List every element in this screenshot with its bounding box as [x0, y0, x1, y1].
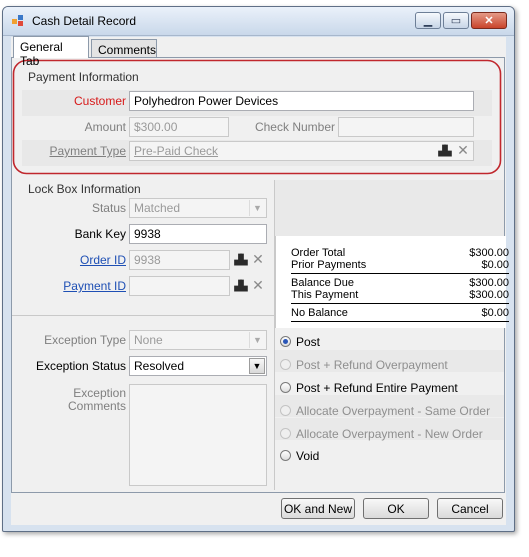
payment-info-title: Payment Information	[28, 70, 139, 84]
payment-id-link[interactable]: Payment ID	[32, 279, 126, 293]
action-void-label: Void	[296, 449, 320, 463]
exception-comments-label: Exception Comments	[67, 386, 126, 413]
tab-comments[interactable]: Comments	[91, 39, 157, 58]
minimize-icon: ▁	[423, 15, 433, 27]
payment-id-field[interactable]	[129, 276, 230, 296]
exception-status-label: Exception Status	[35, 359, 126, 373]
this-payment-value: $300.00	[469, 289, 509, 301]
middle-horizontal-divider	[12, 315, 274, 316]
lockbox-title: Lock Box Information	[28, 182, 141, 196]
exception-type-value: None	[134, 333, 163, 347]
amount-label: Amount	[84, 120, 126, 134]
tab-general[interactable]: General Tab	[13, 36, 89, 68]
prior-payments-label: Prior Payments	[291, 259, 367, 271]
payment-info-group: Payment Information Customer Polyhedron …	[12, 58, 504, 176]
customer-label: Customer	[73, 94, 126, 108]
summary-divider-1	[291, 273, 509, 274]
prior-payments-value: $0.00	[481, 259, 509, 271]
this-payment-row: This Payment $300.00	[291, 289, 509, 301]
summary-divider-2	[291, 303, 509, 304]
action-post-label: Post	[296, 335, 321, 349]
cancel-button[interactable]: Cancel	[437, 498, 503, 519]
order-total-row: Order Total $300.00	[291, 247, 509, 259]
amount-value: $300.00	[134, 120, 178, 134]
status-value: Matched	[134, 201, 181, 215]
payment-id-find-icon[interactable]: ▟▙	[232, 278, 248, 294]
customer-field[interactable]: Polyhedron Power Devices	[129, 91, 474, 111]
payment-type-find-icon[interactable]: ▟▙	[436, 143, 452, 159]
exception-status-combo[interactable]: Resolved ▼	[129, 356, 267, 376]
status-label: Status	[91, 201, 126, 215]
radio-dot	[280, 382, 291, 393]
order-total-value: $300.00	[469, 247, 509, 259]
exception-comments-field[interactable]	[129, 384, 267, 486]
bank-key-value: 9938	[134, 227, 161, 241]
bank-key-label: Bank Key	[74, 227, 126, 241]
action-post-refund-overpayment-label: Post + Refund Overpayment	[296, 358, 448, 372]
action-allocate-same-order-label: Allocate Overpayment - Same Order	[296, 404, 491, 418]
radio-dot	[280, 428, 291, 439]
title-bar[interactable]: Cash Detail Record ▁ ▭ ✕	[3, 7, 514, 36]
order-id-link[interactable]: Order ID	[32, 253, 126, 267]
no-balance-value: $0.00	[481, 307, 509, 319]
tab-comments-label: Comments	[98, 43, 157, 57]
ok-button[interactable]: OK	[363, 498, 429, 519]
minimize-button[interactable]: ▁	[415, 12, 441, 29]
ok-and-new-button[interactable]: OK and New	[281, 498, 355, 519]
exception-status-value: Resolved	[134, 359, 185, 373]
chevron-down-icon: ▼	[249, 200, 265, 216]
payment-type-label: Payment Type	[49, 144, 127, 158]
radio-dot	[280, 359, 291, 370]
check-number-field[interactable]	[338, 117, 474, 137]
radio-dot	[280, 336, 291, 347]
radio-dot	[280, 405, 291, 416]
bank-key-field[interactable]: 9938	[129, 224, 267, 244]
action-allocate-new-order-label: Allocate Overpayment - New Order	[296, 427, 483, 441]
amount-field[interactable]: $300.00	[129, 117, 229, 137]
order-id-value: 9938	[134, 253, 161, 267]
maximize-icon: ▭	[450, 15, 462, 27]
app-grid-icon	[12, 15, 23, 26]
payment-summary: Order Total $300.00 Prior Payments $0.00…	[275, 236, 509, 328]
payment-type-field[interactable]: Pre-Paid Check	[129, 141, 474, 161]
button-bar: OK and New OK Cancel	[11, 495, 506, 525]
ok-and-new-label: OK and New	[283, 501, 353, 516]
ok-label: OK	[387, 501, 405, 516]
balance-due-value: $300.00	[469, 277, 509, 289]
radio-dot	[280, 450, 291, 461]
exception-type-label: Exception Type	[44, 333, 126, 347]
maximize-button[interactable]: ▭	[443, 12, 469, 29]
balance-due-row: Balance Due $300.00	[291, 277, 509, 289]
prior-payments-row: Prior Payments $0.00	[291, 259, 509, 271]
summary-divider-3	[291, 321, 509, 322]
payment-type-value: Pre-Paid Check	[134, 144, 219, 158]
no-balance-row: No Balance $0.00	[291, 307, 509, 319]
dialog-client: General Tab Comments Payment Information…	[11, 36, 509, 525]
window-title: Cash Detail Record	[32, 14, 137, 28]
status-combo[interactable]: Matched ▼	[129, 198, 267, 218]
payment-id-clear-icon[interactable]: ✕	[250, 277, 266, 293]
payment-type-clear-icon[interactable]: ✕	[455, 142, 471, 158]
general-tab-panel: Payment Information Customer Polyhedron …	[11, 57, 509, 493]
action-post-refund-entire-label: Post + Refund Entire Payment	[296, 381, 458, 395]
no-balance-label: No Balance	[291, 307, 348, 319]
cancel-label: Cancel	[451, 501, 489, 516]
cash-detail-window: Cash Detail Record ▁ ▭ ✕ General Tab Com…	[2, 6, 515, 532]
balance-due-label: Balance Due	[291, 277, 354, 289]
order-id-find-icon[interactable]: ▟▙	[232, 252, 248, 268]
order-total-label: Order Total	[291, 247, 346, 259]
close-icon: ✕	[484, 15, 494, 27]
customer-value: Polyhedron Power Devices	[134, 94, 279, 108]
chevron-down-icon: ▼	[249, 332, 265, 348]
right-top-blank	[275, 180, 504, 237]
chevron-down-icon[interactable]: ▼	[249, 358, 265, 374]
order-id-field[interactable]: 9938	[129, 250, 230, 270]
close-button[interactable]: ✕	[471, 12, 507, 29]
check-number-label: Check Number	[254, 120, 335, 134]
this-payment-label: This Payment	[291, 289, 359, 301]
exception-type-combo[interactable]: None ▼	[129, 330, 267, 350]
order-id-clear-icon[interactable]: ✕	[250, 251, 266, 267]
